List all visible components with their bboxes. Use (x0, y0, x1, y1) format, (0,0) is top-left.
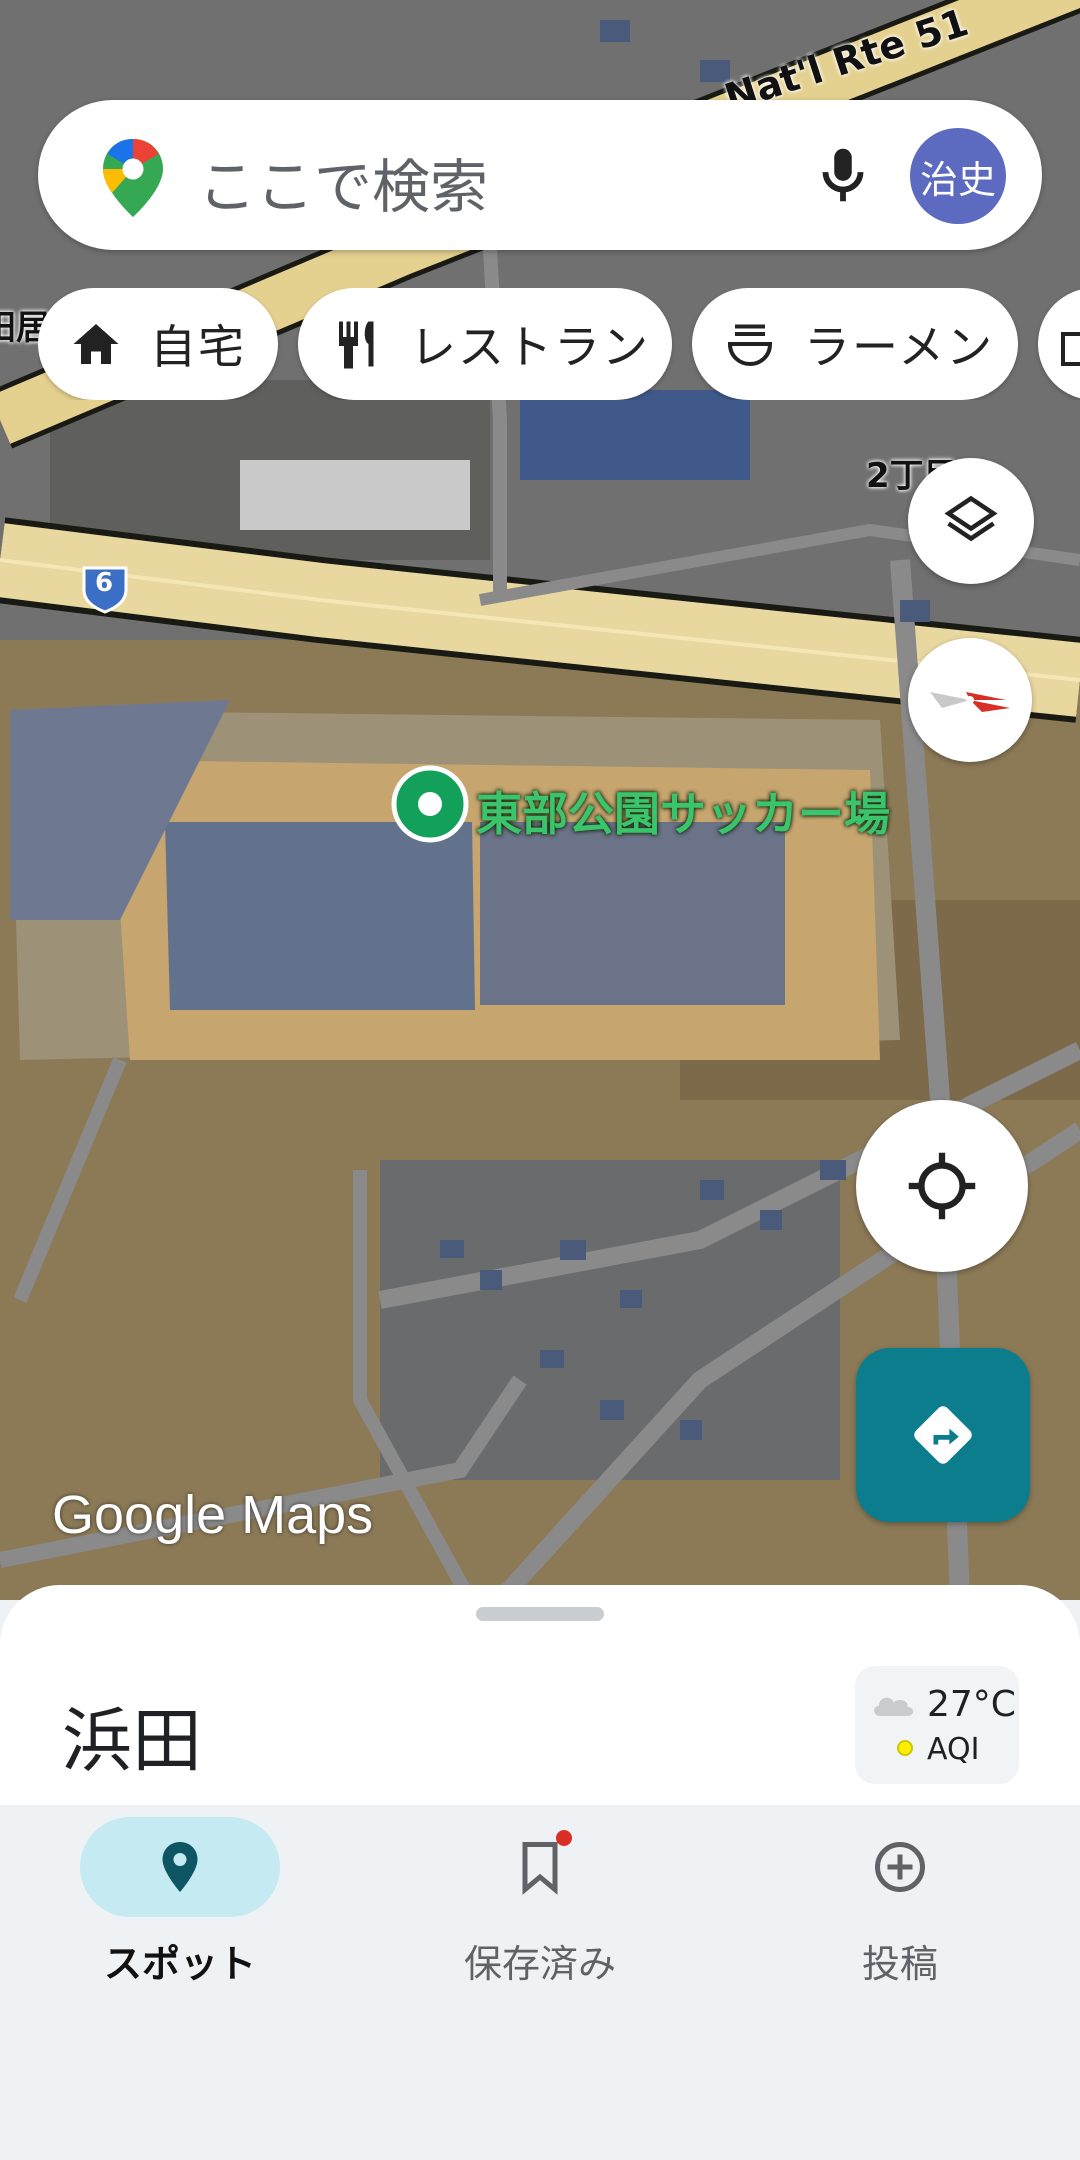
chip-restaurant[interactable]: レストラン (298, 288, 672, 400)
temperature: 27°C (927, 1684, 1016, 1725)
bottom-navigation: スポット 保存済み 投稿 (0, 1805, 1080, 2160)
search-bar[interactable]: ここで検索 治史 (38, 100, 1042, 250)
chip-label: ラーメン (804, 320, 995, 374)
directions-icon (914, 1406, 972, 1464)
compass-icon (930, 692, 1010, 712)
aqi-label: AQI (927, 1732, 980, 1767)
locality-name: 浜田 (62, 1700, 202, 1782)
category-chips: 自宅 レストラン ラーメン (38, 288, 1080, 400)
chip-home[interactable]: 自宅 (38, 288, 278, 400)
search-input[interactable]: ここで検索 (198, 140, 488, 224)
tab-label: スポット (103, 1942, 256, 1986)
tab-explore[interactable]: スポット (0, 1805, 360, 2005)
compass-button[interactable] (908, 638, 1032, 762)
tab-saved[interactable]: 保存済み (360, 1805, 720, 2005)
directions-button[interactable] (856, 1348, 1030, 1522)
map-watermark: Google Maps (52, 1485, 374, 1545)
tab-contribute[interactable]: 投稿 (720, 1805, 1080, 2005)
layers-button[interactable] (908, 458, 1034, 584)
location-pin-icon (162, 1842, 198, 1892)
cloud-icon (874, 1697, 914, 1716)
drag-handle[interactable] (476, 1607, 604, 1621)
route-shield-label: 6 (95, 568, 114, 598)
aqi-indicator-icon (897, 1740, 913, 1756)
chip-label: レストラン (410, 320, 650, 374)
microphone-icon[interactable] (808, 140, 878, 210)
tab-label: 投稿 (861, 1942, 938, 1986)
crosshair-icon (908, 1152, 976, 1220)
my-location-button[interactable] (856, 1100, 1028, 1272)
layers-icon (944, 495, 998, 542)
google-maps-logo-icon (103, 139, 163, 217)
fork-knife-icon (339, 321, 374, 369)
ramen-bowl-icon (727, 324, 773, 367)
home-icon (73, 324, 119, 364)
weather-chip[interactable]: 27°C AQI (855, 1666, 1019, 1784)
tab-label: 保存済み (463, 1942, 616, 1986)
add-circle-icon (875, 1842, 925, 1892)
chip-label: 自宅 (150, 320, 246, 374)
account-avatar[interactable]: 治史 (910, 128, 1006, 224)
chip-more[interactable] (1038, 288, 1080, 400)
place-label[interactable]: 東部公園サッカー場 (476, 778, 890, 844)
notification-badge (556, 1830, 572, 1846)
shopping-icon (1061, 332, 1080, 366)
chip-ramen[interactable]: ラーメン (692, 288, 1018, 400)
bottom-sheet[interactable]: 浜田 27°C AQI (0, 1585, 1080, 1805)
